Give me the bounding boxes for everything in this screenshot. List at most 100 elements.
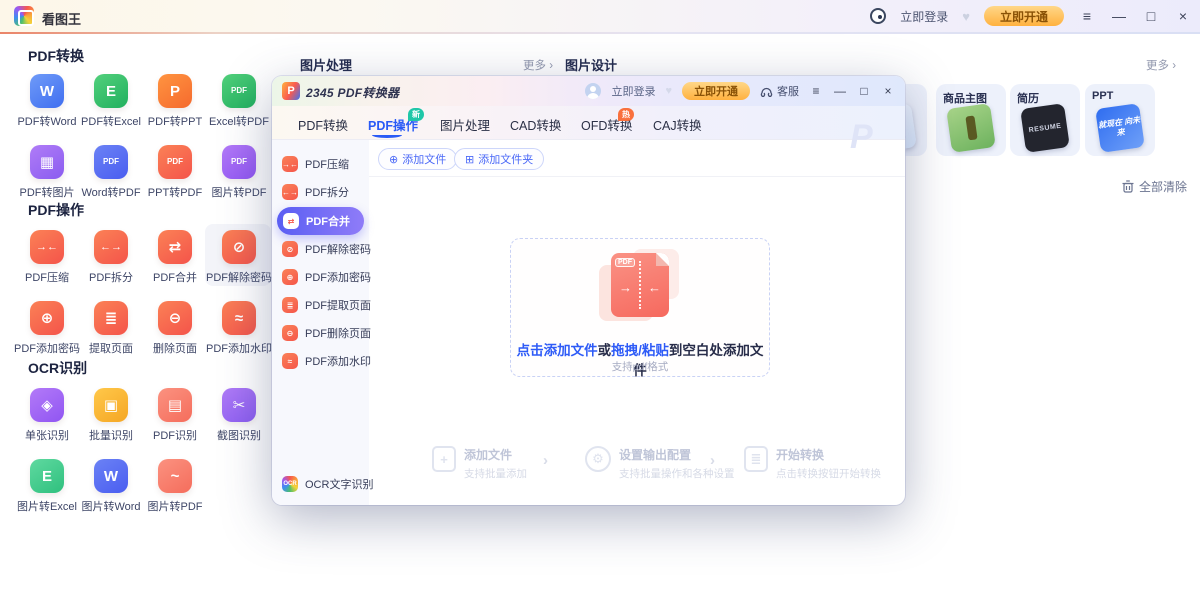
tool-delete-pages[interactable]: ⊖删除页面 <box>143 301 207 356</box>
user-avatar-icon[interactable] <box>870 8 886 24</box>
dialog-minimize-button[interactable]: — <box>833 84 847 98</box>
dialog-avatar-icon[interactable] <box>585 83 601 99</box>
main-titlebar: 看图王 立即登录 ♥ 立即开通 ≡ — □ × <box>0 0 1200 32</box>
dropzone-format-hint: 支持pdf格式 <box>511 359 769 374</box>
tool-ocr-screenshot[interactable]: ✂截图识别 <box>207 388 271 443</box>
ocr-single-icon: ◈ <box>30 388 64 422</box>
heart-icon[interactable]: ♥ <box>962 9 970 24</box>
design-card-ppt[interactable]: PPT 就现在 向未来 <box>1085 84 1155 156</box>
tab-caj-convert[interactable]: CAJ转换 <box>653 115 702 134</box>
trash-icon: ⊖ <box>282 325 298 341</box>
pdf-converter-dialog: P 2345 PDF转换器 立即登录 ♥ 立即开通 客服 ≡ — □ × PDF… <box>272 76 905 505</box>
tool-pdf-watermark[interactable]: ≈PDF添加水印 <box>207 301 271 356</box>
tool-pdf-to-word[interactable]: WPDF转Word <box>15 74 79 129</box>
pdf-to-excel-icon: E <box>94 74 128 108</box>
section-title-pdf-ops: PDF操作 <box>28 200 84 220</box>
app-window: 看图王 立即登录 ♥ 立即开通 ≡ — □ × PDF转换 WPDF转Word … <box>0 0 1200 600</box>
pdf-to-ppt-icon: P <box>158 74 192 108</box>
tool-image-to-pdf[interactable]: PDF图片转PDF <box>207 145 271 200</box>
design-card-resume[interactable]: 简历 RESUME <box>1010 84 1080 156</box>
plus-circle-icon: ⊕ <box>389 153 398 166</box>
titlebar-divider <box>0 32 1200 34</box>
sidebar-item-pdf-compress[interactable]: →←PDF压缩 <box>272 150 369 178</box>
sidebar-item-pdf-unlock[interactable]: ⊘PDF解除密码 <box>272 235 369 263</box>
dialog-close-button[interactable]: × <box>881 84 895 98</box>
sidebar-item-pdf-extract[interactable]: ≣PDF提取页面 <box>272 291 369 319</box>
tool-word-to-pdf[interactable]: PDFWord转PDF <box>79 145 143 200</box>
gear-icon: ⚙ <box>585 446 611 472</box>
grid-pdf-convert: WPDF转Word EPDF转Excel PPDF转PPT PDFExcel转P… <box>15 74 271 200</box>
toolbar-divider <box>369 176 905 177</box>
tool-pdf-merge[interactable]: ⇄PDF合并 <box>143 230 207 285</box>
tool-image-to-word[interactable]: W图片转Word <box>79 459 143 514</box>
add-folder-button[interactable]: ⊞ 添加文件夹 <box>454 148 544 170</box>
pdf-split-icon: ←→ <box>94 230 128 264</box>
grid-ocr: ◈单张识别 ▣批量识别 ▤PDF识别 ✂截图识别 E图片转Excel W图片转W… <box>15 388 271 514</box>
file-dropzone[interactable]: PDF → ← 点击添加文件或拖拽/粘贴到空白处添加文件 支持pdf格式 <box>510 238 770 377</box>
tool-ocr-pdf[interactable]: ▤PDF识别 <box>143 388 207 443</box>
dialog-login-link[interactable]: 立即登录 <box>611 83 655 99</box>
resume-thumbnail: RESUME <box>1020 103 1070 153</box>
lock-icon: ⊕ <box>282 269 298 285</box>
add-file-button[interactable]: ⊕ 添加文件 <box>378 148 457 170</box>
tool-pdf-unlock[interactable]: ⊘PDF解除密码 <box>207 230 271 285</box>
tool-extract-pages[interactable]: ≣提取页面 <box>79 301 143 356</box>
word-to-pdf-icon: PDF <box>94 145 128 179</box>
step-chevron-1: › <box>543 452 548 469</box>
tool-pdf-split[interactable]: ←→PDF拆分 <box>79 230 143 285</box>
tab-image-processing[interactable]: 图片处理 <box>440 115 490 134</box>
upgrade-button[interactable]: 立即开通 <box>984 6 1064 26</box>
tool-image-to-pdf-ocr[interactable]: ~图片转PDF <box>143 459 207 514</box>
tool-pdf-encrypt[interactable]: ⊕PDF添加密码 <box>15 301 79 356</box>
tool-pdf-compress[interactable]: →←PDF压缩 <box>15 230 79 285</box>
tool-pdf-to-ppt[interactable]: PPDF转PPT <box>143 74 207 129</box>
step-start-convert: ≣ 开始转换点击转换按钮开始转换 <box>744 446 881 481</box>
dialog-logo-icon: P <box>282 82 300 100</box>
sidebar-item-pdf-watermark[interactable]: ≈PDF添加水印 <box>272 347 369 375</box>
dialog-heart-icon[interactable]: ♥ <box>665 85 672 97</box>
sidebar-item-ocr[interactable]: OCROCR文字识别 <box>272 470 369 498</box>
app-title: 看图王 <box>42 9 81 28</box>
tab-pdf-convert[interactable]: PDF转换 <box>298 115 348 134</box>
login-link[interactable]: 立即登录 <box>900 8 948 25</box>
dialog-menu-icon[interactable]: ≡ <box>809 84 823 98</box>
maximize-button[interactable]: □ <box>1142 0 1160 32</box>
tool-excel-to-pdf[interactable]: PDFExcel转PDF <box>207 74 271 129</box>
clear-all-button[interactable]: 全部清除 <box>1122 178 1187 195</box>
dialog-title: 2345 PDF转换器 <box>306 84 399 101</box>
menu-icon[interactable]: ≡ <box>1078 0 1096 32</box>
grid-pdf-ops: →←PDF压缩 ←→PDF拆分 ⇄PDF合并 ⊘PDF解除密码 ⊕PDF添加密码… <box>15 230 271 356</box>
tool-pdf-to-excel[interactable]: EPDF转Excel <box>79 74 143 129</box>
sidebar-item-pdf-merge[interactable]: ⇄PDF合并 <box>277 207 364 235</box>
pdf-encrypt-icon: ⊕ <box>30 301 64 335</box>
tool-image-to-excel[interactable]: E图片转Excel <box>15 459 79 514</box>
image-to-word-icon: W <box>94 459 128 493</box>
tool-ocr-single[interactable]: ◈单张识别 <box>15 388 79 443</box>
design-card-goods[interactable]: 商品主图 <box>936 84 1006 156</box>
sidebar-item-pdf-encrypt[interactable]: ⊕PDF添加密码 <box>272 263 369 291</box>
watermark-icon: ≈ <box>282 353 298 369</box>
minimize-button[interactable]: — <box>1110 0 1128 32</box>
tool-ppt-to-pdf[interactable]: PDFPPT转PDF <box>143 145 207 200</box>
merge-icon: ⇄ <box>283 213 299 229</box>
badge-new: 新 <box>408 108 424 121</box>
file-plus-icon: + <box>432 446 456 472</box>
more-link-image-processing[interactable]: 更多 › <box>523 57 553 73</box>
section-title-ocr: OCR识别 <box>28 358 87 378</box>
dialog-maximize-button[interactable]: □ <box>857 84 871 98</box>
compress-icon: →← <box>282 156 298 172</box>
more-link-image-design[interactable]: 更多 › <box>1146 57 1176 73</box>
pdf-unlock-icon: ⊘ <box>222 230 256 264</box>
pdf-merge-icon: ⇄ <box>158 230 192 264</box>
dialog-upgrade-button[interactable]: 立即开通 <box>682 82 750 100</box>
sidebar-item-pdf-delete[interactable]: ⊖PDF删除页面 <box>272 319 369 347</box>
tool-ocr-batch[interactable]: ▣批量识别 <box>79 388 143 443</box>
sidebar-item-pdf-split[interactable]: ←→PDF拆分 <box>272 178 369 206</box>
section-title-pdf-convert: PDF转换 <box>28 46 84 66</box>
image-to-excel-icon: E <box>30 459 64 493</box>
dialog-support-button[interactable]: 客服 <box>760 83 799 99</box>
tab-cad-convert[interactable]: CAD转换 <box>510 115 561 134</box>
excel-to-pdf-icon: PDF <box>222 74 256 108</box>
tool-pdf-to-image[interactable]: ▦PDF转图片 <box>15 145 79 200</box>
close-button[interactable]: × <box>1174 0 1192 32</box>
